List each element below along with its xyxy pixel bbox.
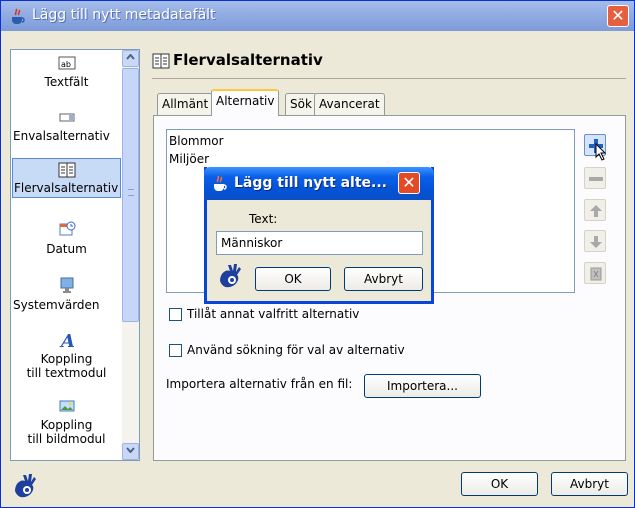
tab-sok[interactable]: Sök: [285, 93, 317, 115]
dialog-title-bar[interactable]: Lägg till nytt alte... ✕: [204, 167, 434, 200]
move-down-button[interactable]: [584, 230, 606, 252]
svg-text:A: A: [59, 331, 75, 350]
single-choice-icon: [59, 113, 74, 122]
svg-text:ab: ab: [61, 60, 71, 69]
dialog-ok-button[interactable]: OK: [255, 267, 331, 291]
sidebar-item-label: Envalsalternativ: [13, 129, 110, 143]
sidebar-item-label: Koppling: [40, 352, 93, 366]
title-bar[interactable]: Lägg till nytt metadatafält ✕: [1, 1, 634, 31]
page-title: Flervalsalternativ: [173, 51, 323, 69]
add-alternative-dialog: Lägg till nytt alte... ✕ Text: OK Avbryt: [204, 167, 434, 304]
sort-options-button[interactable]: [584, 262, 606, 284]
scroll-down-button[interactable]: [122, 443, 139, 460]
window-close-button[interactable]: ✕: [607, 5, 629, 27]
alternative-text-input[interactable]: [216, 231, 423, 255]
use-search-checkbox[interactable]: [169, 344, 182, 357]
sidebar-item-koppling-textmodul[interactable]: A Koppling till textmodul: [11, 330, 122, 380]
dialog-title: Lägg till nytt alte...: [234, 175, 387, 191]
sidebar-item-sublabel: till textmodul: [26, 366, 107, 380]
multi-choice-icon: [152, 53, 170, 69]
add-option-button[interactable]: [584, 134, 607, 161]
sidebar-item-label: Koppling: [40, 418, 93, 432]
dialog-cancel-button[interactable]: Avbryt: [344, 267, 423, 291]
cursor-pointer-icon: [595, 143, 607, 161]
use-search-label: Använd sökning för val av alternativ: [187, 343, 405, 357]
cancel-button[interactable]: Avbryt: [551, 472, 628, 496]
sidebar-item-envalsalternativ[interactable]: Envalsalternativ: [11, 110, 122, 143]
sidebar-item-systemvarden[interactable]: Systemvärden: [11, 276, 122, 312]
tab-allmant[interactable]: Allmänt: [157, 93, 214, 115]
allow-other-checkbox-row[interactable]: Tillåt annat valfritt alternativ: [169, 307, 359, 321]
ok-button[interactable]: OK: [461, 472, 538, 496]
dialog-close-button[interactable]: ✕: [398, 172, 420, 194]
monitor-icon: [60, 277, 73, 293]
sidebar-item-label: Datum: [46, 242, 87, 256]
sort-icon: [590, 267, 602, 281]
list-item[interactable]: Miljöer: [169, 152, 209, 166]
header-divider: [152, 78, 626, 79]
window-title: Lägg till nytt metadatafält: [32, 7, 216, 23]
scroll-up-button[interactable]: [122, 50, 139, 67]
sidebar-item-sublabel: till bildmodul: [27, 432, 106, 446]
sidebar-item-koppling-bildmodul[interactable]: Koppling till bildmodul: [11, 398, 122, 446]
list-item[interactable]: Blommor: [169, 134, 224, 148]
arrow-down-icon: [590, 236, 602, 248]
sidebar-item-label: Textfält: [44, 75, 89, 89]
tab-avancerat[interactable]: Avancerat: [314, 93, 385, 115]
hand-logo-icon: [220, 264, 241, 288]
sidebar-item-textfalt[interactable]: ab Textfält: [11, 56, 122, 89]
sidebar-item-label: Flervalsalternativ: [14, 181, 119, 195]
sidebar-item-datum[interactable]: Datum: [11, 220, 122, 256]
text-label: Text:: [249, 212, 278, 226]
allow-other-label: Tillåt annat valfritt alternativ: [187, 307, 360, 321]
metadata-field-window: Lägg till nytt metadatafält ✕ ab Textfäl…: [0, 0, 635, 508]
multi-choice-icon: [58, 162, 75, 178]
text-module-icon: A: [59, 331, 75, 350]
chevron-down-icon: [126, 447, 135, 454]
import-label: Importera alternativ från en fil:: [166, 377, 353, 391]
import-button[interactable]: Importera...: [364, 374, 481, 398]
sidebar-item-flervalsalternativ[interactable]: Flervalsalternativ: [11, 158, 122, 198]
text-field-icon: ab: [58, 56, 75, 70]
java-cup-icon: [214, 175, 227, 191]
java-cup-icon: [12, 8, 25, 24]
hand-logo-icon: [15, 474, 36, 498]
use-search-checkbox-row[interactable]: Använd sökning för val av alternativ: [169, 343, 405, 357]
tab-alternativ[interactable]: Alternativ: [211, 89, 280, 116]
remove-option-button[interactable]: [584, 167, 606, 189]
allow-other-checkbox[interactable]: [169, 308, 182, 321]
field-type-list: ab Textfält Envalsalternativ Flervalsalt…: [10, 49, 140, 461]
arrow-up-icon: [590, 205, 602, 217]
scrollbar-thumb[interactable]: [122, 68, 139, 322]
sidebar-item-label: Systemvärden: [13, 298, 100, 312]
move-up-button[interactable]: [584, 199, 606, 221]
chevron-up-icon: [126, 53, 135, 60]
minus-icon: [589, 177, 603, 181]
calendar-icon: [59, 221, 75, 236]
sidebar-scrollbar[interactable]: [122, 50, 139, 460]
image-module-icon: [59, 400, 74, 412]
